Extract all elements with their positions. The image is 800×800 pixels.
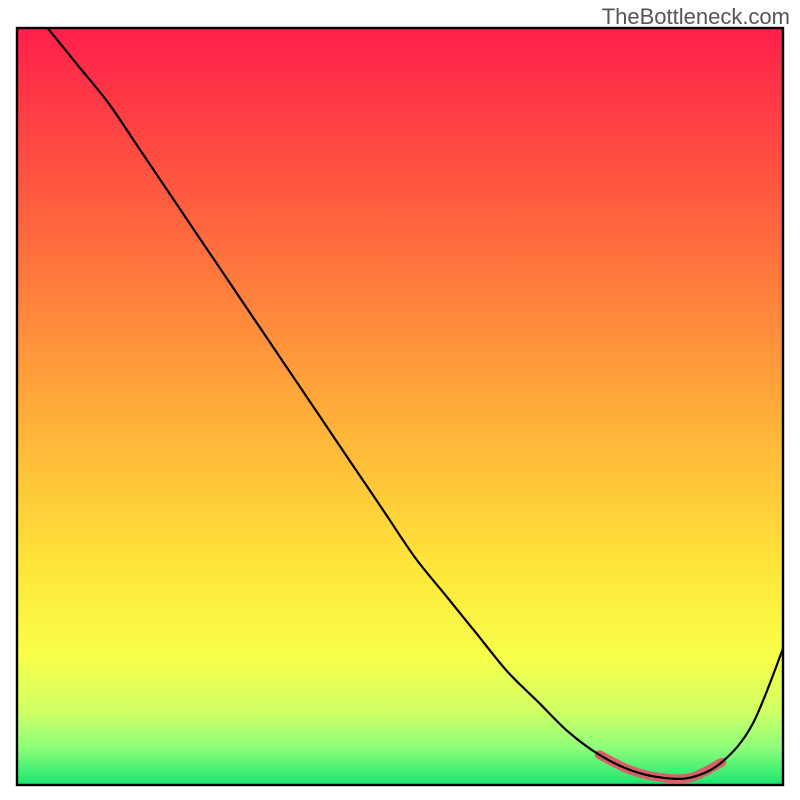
gradient-background — [17, 28, 783, 785]
chart-svg — [0, 0, 800, 800]
watermark-text: TheBottleneck.com — [602, 4, 790, 30]
bottleneck-chart — [0, 0, 800, 800]
